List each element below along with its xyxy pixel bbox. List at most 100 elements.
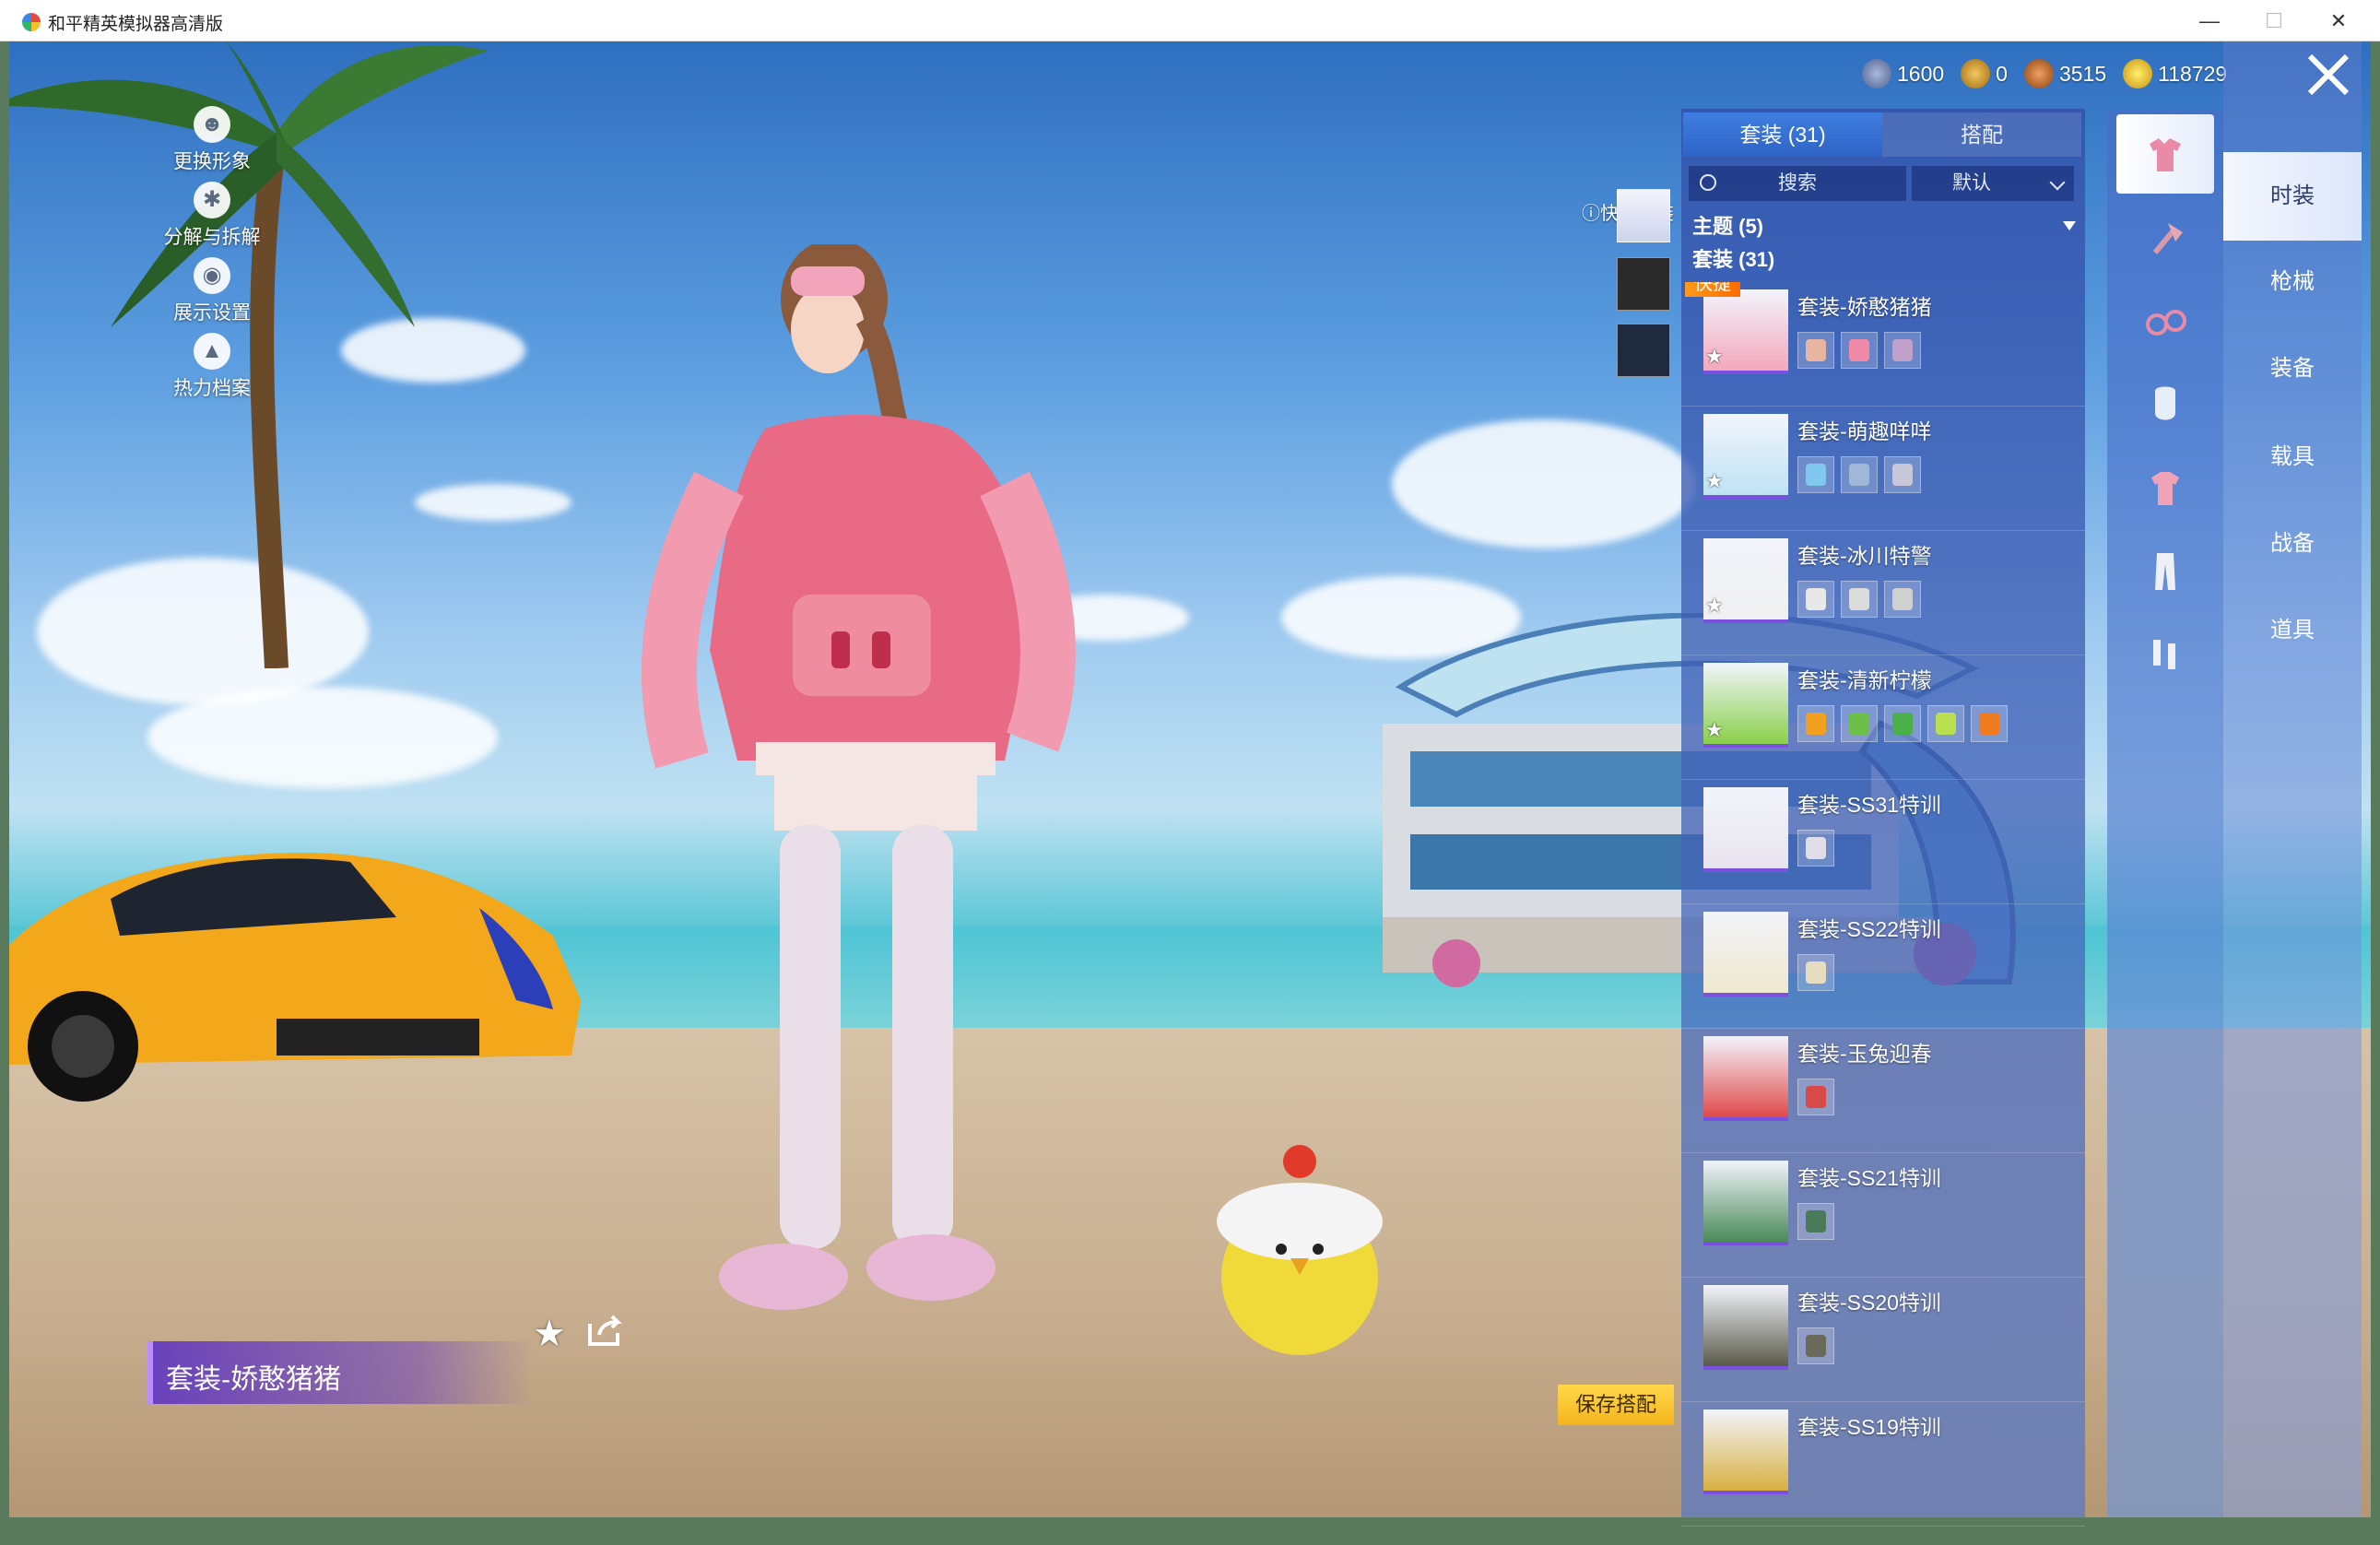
outfit-part-slot[interactable]	[1884, 456, 1921, 493]
category-battle-prep[interactable]: 战备	[2223, 500, 2362, 588]
melee-tab[interactable]	[2116, 199, 2214, 278]
maximize-button[interactable]: ☐	[2242, 0, 2306, 41]
outfit-part-slot[interactable]	[1841, 332, 1878, 369]
puzzle-icon: ✱	[194, 182, 230, 218]
quick-slot-locked[interactable]	[1617, 257, 1670, 311]
outfit-row[interactable]: ★ 快捷 套装-娇憨猪猪	[1681, 282, 2085, 407]
glasses-icon	[2146, 310, 2186, 336]
outfit-parts	[1797, 1079, 1834, 1115]
outfit-thumbnail[interactable]: ★	[1703, 414, 1788, 499]
quick-slot-outfit[interactable]	[1617, 189, 1670, 242]
sort-dropdown[interactable]: 默认	[1912, 166, 2074, 201]
outfit-parts	[1797, 581, 1921, 618]
outfit-row[interactable]: 套装-SS31特训	[1681, 780, 2085, 904]
currency-bar: 1600 0 3515 118729	[1862, 55, 2227, 92]
glasses-tab[interactable]	[2116, 282, 2214, 361]
category-items[interactable]: 道具	[2223, 586, 2362, 675]
axe-icon	[2152, 223, 2183, 254]
outfit-part-slot[interactable]	[1884, 705, 1921, 742]
category-sidebar: 时装 枪械 装备 载具 战备 道具	[2223, 41, 2362, 1517]
mask-tab[interactable]	[2116, 365, 2214, 444]
outfit-name: 套装-SS19特训	[1797, 1415, 1941, 1439]
decompose-button[interactable]: ✱ 分解与拆解	[120, 182, 304, 250]
outfit-tab[interactable]	[2116, 114, 2214, 194]
favorite-star-icon: ★	[1705, 594, 1724, 617]
panel-tabs: 套装 (31) 搭配	[1683, 112, 2081, 157]
quick-slot-diamond[interactable]	[1617, 324, 1670, 377]
category-fashion[interactable]: 时装	[2223, 152, 2362, 241]
save-outfit-button[interactable]: 保存搭配	[1558, 1385, 1674, 1425]
outfit-part-slot[interactable]	[1884, 332, 1921, 369]
emulator-window: 和平精英模拟器高清版 — ☐ ✕ ☻ 更换形象 ✱ 分解与拆解 ◉ 展示设置 ▲…	[0, 0, 2380, 1527]
bronze-coin-icon	[2023, 59, 2054, 88]
outfit-part-slot[interactable]	[1797, 1203, 1834, 1240]
close-panel-icon[interactable]	[2304, 51, 2352, 99]
outfit-row[interactable]: 套装-玉兔迎春	[1681, 1029, 2085, 1153]
outfit-thumbnail[interactable]	[1703, 1036, 1788, 1121]
theme-section-header[interactable]: 主题 (5)	[1692, 210, 1763, 240]
clothing-piece-icon	[1806, 713, 1826, 735]
pants-tab[interactable]	[2116, 531, 2214, 610]
outfit-row[interactable]: 套装-SS20特训	[1681, 1278, 2085, 1402]
outfit-thumbnail[interactable]	[1703, 787, 1788, 872]
clothing-piece-icon	[1892, 339, 1913, 361]
category-weapons[interactable]: 枪械	[2223, 238, 2362, 326]
category-vehicles[interactable]: 载具	[2223, 413, 2362, 501]
outfit-part-slot[interactable]	[1841, 705, 1878, 742]
outfit-row[interactable]: ★ 套装-冰川特警	[1681, 531, 2085, 655]
outfit-part-slot[interactable]	[1797, 1079, 1834, 1115]
outfit-part-slot[interactable]	[1971, 705, 2008, 742]
favorite-star-icon[interactable]: ★	[533, 1313, 566, 1355]
triangle-down-icon[interactable]	[2063, 221, 2076, 230]
sports-car	[9, 853, 581, 1102]
shoes-tab[interactable]	[2116, 614, 2214, 693]
outfit-name: 套装-SS21特训	[1797, 1166, 1941, 1190]
gold-badge-icon	[1961, 59, 1991, 88]
outfit-part-slot[interactable]	[1797, 456, 1834, 493]
change-appearance-button[interactable]: ☻ 更换形象	[157, 106, 267, 174]
current-outfit-plate: 套装-娇憨猪猪	[147, 1341, 535, 1404]
outfit-thumbnail[interactable]	[1703, 1409, 1788, 1494]
outfit-part-slot[interactable]	[1797, 1327, 1834, 1364]
clothing-piece-icon	[1806, 961, 1826, 984]
outfit-thumbnail[interactable]: ★	[1703, 289, 1788, 374]
outfit-name: 套装-玉兔迎春	[1797, 1042, 1932, 1066]
outfit-row[interactable]: ★ 套装-清新柠檬	[1681, 655, 2085, 780]
close-window-button[interactable]: ✕	[2306, 0, 2371, 41]
outfit-row[interactable]: ★ 套装-萌趣咩咩	[1681, 407, 2085, 531]
display-settings-button[interactable]: ◉ 展示设置	[157, 257, 267, 325]
outfit-row[interactable]: 套装-SS21特训	[1681, 1153, 2085, 1278]
outfit-row[interactable]: 套装-SS19特训	[1681, 1402, 2085, 1527]
minimize-button[interactable]: —	[2177, 0, 2242, 41]
outfit-thumbnail[interactable]: ★	[1703, 538, 1788, 623]
outfit-thumbnail[interactable]	[1703, 1285, 1788, 1370]
category-equipment[interactable]: 装备	[2223, 324, 2362, 413]
outfit-part-slot[interactable]	[1797, 705, 1834, 742]
top-tab[interactable]	[2116, 448, 2214, 527]
outfit-parts	[1797, 1327, 1834, 1364]
search-input[interactable]: 搜索	[1689, 166, 1906, 201]
outfit-part-slot[interactable]	[1884, 581, 1921, 618]
outfit-part-slot[interactable]	[1841, 456, 1878, 493]
mask-icon	[2155, 386, 2175, 420]
outfit-part-slot[interactable]	[1797, 954, 1834, 991]
outfit-name: 套装-SS22特训	[1797, 917, 1941, 941]
outfit-part-slot[interactable]	[1841, 581, 1878, 618]
outfit-thumbnail[interactable]	[1703, 1161, 1788, 1245]
clothing-piece-icon	[1892, 588, 1913, 610]
share-icon[interactable]	[586, 1313, 623, 1348]
window-title: 和平精英模拟器高清版	[48, 15, 224, 34]
heat-profile-button[interactable]: ▲ 热力档案	[157, 333, 267, 401]
outfit-row[interactable]: 套装-SS22特训	[1681, 904, 2085, 1029]
tab-suits[interactable]: 套装 (31)	[1683, 112, 1882, 157]
outfit-part-slot[interactable]	[1797, 332, 1834, 369]
tab-matching[interactable]: 搭配	[1882, 112, 2081, 157]
currency-bronze: 3515	[2023, 59, 2106, 88]
title-bar: 和平精英模拟器高清版 — ☐ ✕	[0, 0, 2380, 41]
outfit-part-slot[interactable]	[1797, 581, 1834, 618]
outfit-part-slot[interactable]	[1797, 830, 1834, 867]
outfit-thumbnail[interactable]	[1703, 912, 1788, 997]
chevron-down-icon	[2049, 174, 2066, 191]
outfit-part-slot[interactable]	[1927, 705, 1964, 742]
outfit-thumbnail[interactable]: ★	[1703, 663, 1788, 748]
